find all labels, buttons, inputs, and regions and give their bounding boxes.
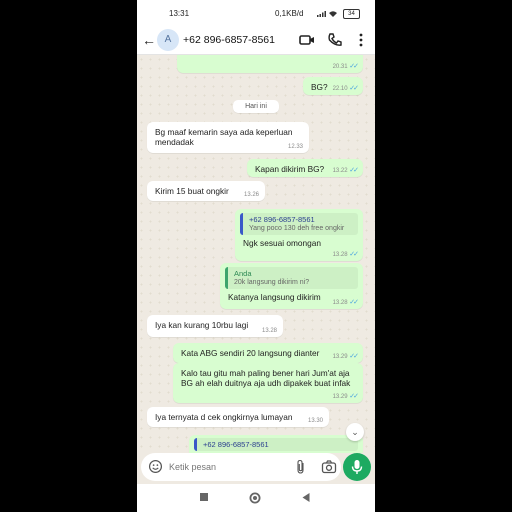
read-tick-icon: ✓✓ [349, 299, 359, 306]
message-bubble[interactable]: 20.31 ✓✓ [177, 55, 363, 73]
composer-bar [137, 453, 375, 483]
quoted-text: Yang poco 130 deh free ongkir [249, 225, 345, 232]
read-tick-icon: ✓✓ [349, 63, 359, 70]
read-tick-icon: ✓✓ [349, 85, 359, 92]
scroll-down-button[interactable]: ⌄ [346, 423, 364, 441]
quoted-message[interactable]: +62 896-6857-8561 [194, 438, 358, 451]
message-bubble[interactable]: Kalo tau gitu mah paling bener hari Jum'… [173, 363, 363, 403]
chevron-down-icon: ⌄ [351, 427, 359, 437]
message-text: Kalo tau gitu mah paling bener hari Jum'… [181, 368, 351, 388]
signal-wifi-icon [317, 11, 337, 17]
quoted-message[interactable]: +62 896-6857-8561 Yang poco 130 deh free… [240, 213, 358, 235]
battery-icon: 34 [343, 9, 360, 19]
message-bubble[interactable]: Kata ABG sendiri 20 langsung dianter 13.… [173, 343, 363, 363]
read-tick-icon: ✓✓ [349, 251, 359, 258]
message-text: Kata ABG sendiri 20 langsung dianter [181, 348, 320, 358]
microphone-icon [351, 460, 363, 474]
avatar[interactable]: A [157, 29, 179, 51]
quoted-sender: +62 896-6857-8561 [249, 215, 315, 224]
quoted-sender: Anda [234, 269, 252, 278]
message-text: Iya ternyata d cek ongkirnya lumayan [155, 412, 293, 422]
attach-clip-icon[interactable] [293, 459, 309, 475]
chat-header: ← A +62 896-6857-8561 [137, 26, 375, 55]
chat-area[interactable]: 20.31 ✓✓ BG? 22.10 ✓✓ Hari ini Bg maaf k… [137, 55, 375, 453]
message-text: Ngk sesuai omongan [243, 238, 321, 248]
message-input[interactable] [169, 459, 279, 475]
read-tick-icon: ✓✓ [349, 167, 359, 174]
message-bubble[interactable]: Bg maaf kemarin saya ada keperluan menda… [147, 122, 309, 153]
message-bubble[interactable]: Kirim 15 buat ongkir 13.26 [147, 181, 265, 201]
camera-icon[interactable] [321, 459, 337, 475]
read-tick-icon: ✓✓ [349, 393, 359, 400]
day-divider: Hari ini [233, 100, 279, 113]
back-triangle-icon[interactable] [301, 492, 311, 503]
quoted-message[interactable]: Anda 20k langsung dikirim ni? [225, 267, 358, 289]
video-call-icon[interactable] [299, 32, 315, 48]
message-input-box [141, 453, 341, 481]
message-bubble[interactable]: BG? 22.10 ✓✓ [303, 77, 363, 95]
message-bubble[interactable]: Kapan dikirim BG? 13.22 ✓✓ [247, 159, 363, 177]
contact-name[interactable]: +62 896-6857-8561 [183, 34, 275, 46]
message-bubble[interactable]: Iya kan kurang 10rbu lagi 13.28 [147, 315, 283, 337]
message-bubble[interactable]: Anda 20k langsung dikirim ni? Katanya la… [220, 263, 363, 309]
message-bubble[interactable]: +62 896-6857-8561 Yang poco 130 deh free… [235, 209, 363, 261]
quoted-sender: +62 896-6857-8561 [203, 440, 269, 449]
quoted-text: 20k langsung dikirim ni? [234, 279, 310, 286]
back-arrow-icon[interactable]: ← [142, 32, 156, 48]
home-circle-icon[interactable] [249, 492, 261, 504]
message-text: Bg maaf kemarin saya ada keperluan menda… [155, 127, 293, 147]
message-bubble[interactable]: Iya ternyata d cek ongkirnya lumayan 13.… [147, 407, 329, 427]
more-vert-icon[interactable] [353, 32, 369, 48]
emoji-icon[interactable] [148, 459, 163, 474]
message-text: Kirim 15 buat ongkir [155, 186, 229, 196]
phone-call-icon[interactable] [327, 32, 343, 48]
status-bar: 13:31 0,1KB/d 34 [137, 0, 375, 26]
read-tick-icon: ✓✓ [349, 353, 359, 360]
message-bubble[interactable]: +62 896-6857-8561 [189, 435, 363, 453]
voice-record-button[interactable] [343, 453, 371, 481]
phone-screen: 13:31 0,1KB/d 34 ← A +62 896-6857-8561 2… [137, 0, 375, 512]
network-speed: 0,1KB/d [275, 9, 304, 18]
system-nav-bar [137, 484, 375, 512]
recents-square-icon[interactable] [199, 492, 209, 502]
status-time: 13:31 [169, 9, 190, 18]
message-text: Iya kan kurang 10rbu lagi [155, 320, 249, 330]
